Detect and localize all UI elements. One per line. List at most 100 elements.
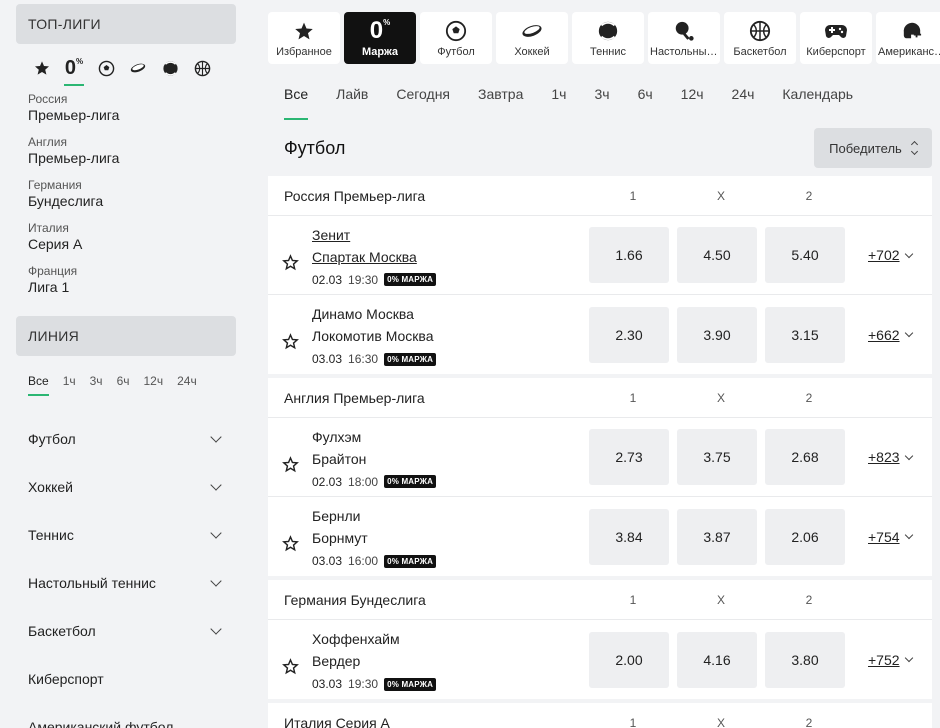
- odds-button[interactable]: 4.50: [677, 227, 757, 283]
- sport-tab[interactable]: Американский футбол: [876, 12, 940, 64]
- away-team[interactable]: Вердер: [312, 650, 589, 672]
- period-tab[interactable]: Сегодня: [396, 68, 450, 120]
- sidebar-league-link[interactable]: Англия Премьер-лига: [16, 135, 236, 167]
- period-tab[interactable]: Завтра: [478, 68, 523, 120]
- sidebar-league-link[interactable]: Италия Серия А: [16, 221, 236, 253]
- home-team[interactable]: Фулхэм: [312, 426, 589, 448]
- odds-button[interactable]: 2.30: [589, 306, 669, 363]
- sport-tab-label: Хоккей: [514, 46, 550, 58]
- line-tab[interactable]: 3ч: [90, 374, 103, 396]
- league-title[interactable]: Италия Серия А: [268, 715, 589, 728]
- line-tab[interactable]: Все: [28, 374, 49, 396]
- home-team[interactable]: Динамо Москва: [312, 303, 589, 325]
- sidebar-league-link[interactable]: Россия Премьер-лига: [16, 92, 236, 124]
- line-tab[interactable]: 1ч: [63, 374, 76, 396]
- football-icon[interactable]: [90, 48, 122, 88]
- league-name: Премьер-лига: [28, 107, 120, 123]
- line-tab[interactable]: 12ч: [144, 374, 164, 396]
- match-teams[interactable]: Динамо Москва Локомотив Москва 03.03 16:30 0…: [312, 303, 589, 366]
- period-tab[interactable]: 1ч: [551, 68, 566, 120]
- more-markets-link[interactable]: +752: [868, 652, 913, 668]
- sport-tab-label: Баскетбол: [733, 46, 787, 58]
- period-tab[interactable]: Календарь: [782, 68, 853, 120]
- more-markets-link[interactable]: +823: [868, 449, 913, 465]
- sidebar-league-link[interactable]: Франция Лига 1: [16, 264, 236, 296]
- sport-item[interactable]: Баскетбол: [16, 607, 236, 655]
- away-team[interactable]: Борнмут: [312, 527, 589, 549]
- sport-item[interactable]: Настольный теннис: [16, 559, 236, 607]
- away-team[interactable]: Брайтон: [312, 448, 589, 470]
- away-team[interactable]: Спартак Москва: [312, 246, 589, 268]
- match-date: 03.03: [312, 677, 343, 691]
- sport-tab[interactable]: Хоккей: [496, 12, 568, 64]
- hockey-icon[interactable]: [122, 48, 154, 88]
- away-team[interactable]: Локомотив Москва: [312, 325, 589, 347]
- top-leagues-list: Россия Премьер-лига Англия Премьер-лига Герм…: [16, 92, 236, 296]
- more-markets-link[interactable]: +754: [868, 528, 913, 545]
- league-title[interactable]: Германия Бундеслига: [268, 592, 589, 608]
- favorite-star-icon[interactable]: [268, 442, 312, 473]
- favorite-star-icon[interactable]: [268, 319, 312, 350]
- sport-item[interactable]: Футбол: [16, 415, 236, 463]
- more-markets-link[interactable]: +662: [868, 327, 913, 343]
- sport-tab[interactable]: Избранное: [268, 12, 340, 64]
- sport-tab[interactable]: Киберспорт: [800, 12, 872, 64]
- favorite-star-icon[interactable]: [268, 521, 312, 552]
- favorite-star-icon[interactable]: [268, 240, 312, 271]
- period-tab[interactable]: Лайв: [336, 68, 368, 120]
- odds-button[interactable]: 2.06: [765, 508, 845, 565]
- period-tab[interactable]: 6ч: [638, 68, 653, 120]
- tennis-icon[interactable]: [154, 48, 186, 88]
- sport-item[interactable]: Теннис: [16, 511, 236, 559]
- odds-column-header: 2: [805, 188, 813, 203]
- period-tab[interactable]: 12ч: [681, 68, 704, 120]
- line-tab[interactable]: 24ч: [177, 374, 197, 396]
- sport-tab[interactable]: 0% Маржа: [344, 12, 416, 64]
- sport-tab[interactable]: Футбол: [420, 12, 492, 64]
- odds-column-header: 1: [629, 390, 637, 405]
- match-teams[interactable]: Зенит Спартак Москва 02.03 19:30 0% МАРЖА: [312, 224, 589, 287]
- odds-column-header: 1: [629, 592, 637, 607]
- odds-button[interactable]: 3.90: [677, 306, 757, 363]
- favorite-star-icon[interactable]: [268, 644, 312, 675]
- odds-button[interactable]: 3.80: [765, 631, 845, 688]
- period-tab[interactable]: 24ч: [732, 68, 755, 120]
- odds-button[interactable]: 4.16: [677, 631, 757, 688]
- odds-button[interactable]: 2.68: [765, 429, 845, 485]
- sport-tab[interactable]: Настольный теннис: [648, 12, 720, 64]
- sidebar-league-link[interactable]: Германия Бундеслига: [16, 178, 236, 210]
- basketball-icon[interactable]: [186, 48, 218, 88]
- odds-button[interactable]: 3.87: [677, 508, 757, 565]
- odds-button[interactable]: 2.73: [589, 429, 669, 485]
- line-tab[interactable]: 6ч: [117, 374, 130, 396]
- zero-margin-icon[interactable]: 0%: [58, 48, 90, 88]
- sport-label: Хоккей: [28, 479, 73, 495]
- odds-button[interactable]: 3.84: [589, 508, 669, 565]
- odds-button[interactable]: 3.15: [765, 306, 845, 363]
- match-teams[interactable]: Бернли Борнмут 03.03 16:00 0% МАРЖА: [312, 505, 589, 568]
- period-tab[interactable]: Все: [284, 68, 309, 120]
- sport-item[interactable]: Киберспорт: [16, 655, 236, 703]
- home-team[interactable]: Зенит: [312, 224, 589, 246]
- league-title[interactable]: Россия Премьер-лига: [268, 188, 589, 204]
- sport-label: Киберспорт: [28, 671, 104, 687]
- sport-item[interactable]: Американский футбол: [16, 703, 236, 728]
- more-markets-link[interactable]: +702: [868, 247, 913, 263]
- odds-button[interactable]: 3.75: [677, 429, 757, 485]
- sport-tab[interactable]: Теннис: [572, 12, 644, 64]
- match-teams[interactable]: Хоффенхайм Вердер 03.03 19:30 0% МАРЖА: [312, 628, 589, 691]
- sport-tab-label: Американский футбол: [878, 46, 940, 58]
- more-markets-count: +754: [868, 528, 900, 545]
- sport-tab[interactable]: Баскетбол: [724, 12, 796, 64]
- home-team[interactable]: Бернли: [312, 505, 589, 527]
- sort-dropdown[interactable]: Победитель: [814, 128, 932, 168]
- league-title[interactable]: Англия Премьер-лига: [268, 390, 589, 406]
- odds-button[interactable]: 1.66: [589, 227, 669, 283]
- home-team[interactable]: Хоффенхайм: [312, 628, 589, 650]
- odds-button[interactable]: 2.00: [589, 631, 669, 688]
- odds-button[interactable]: 5.40: [765, 227, 845, 283]
- star-icon[interactable]: [26, 48, 58, 88]
- match-teams[interactable]: Фулхэм Брайтон 02.03 18:00 0% МАРЖА: [312, 426, 589, 489]
- sport-item[interactable]: Хоккей: [16, 463, 236, 511]
- period-tab[interactable]: 3ч: [594, 68, 609, 120]
